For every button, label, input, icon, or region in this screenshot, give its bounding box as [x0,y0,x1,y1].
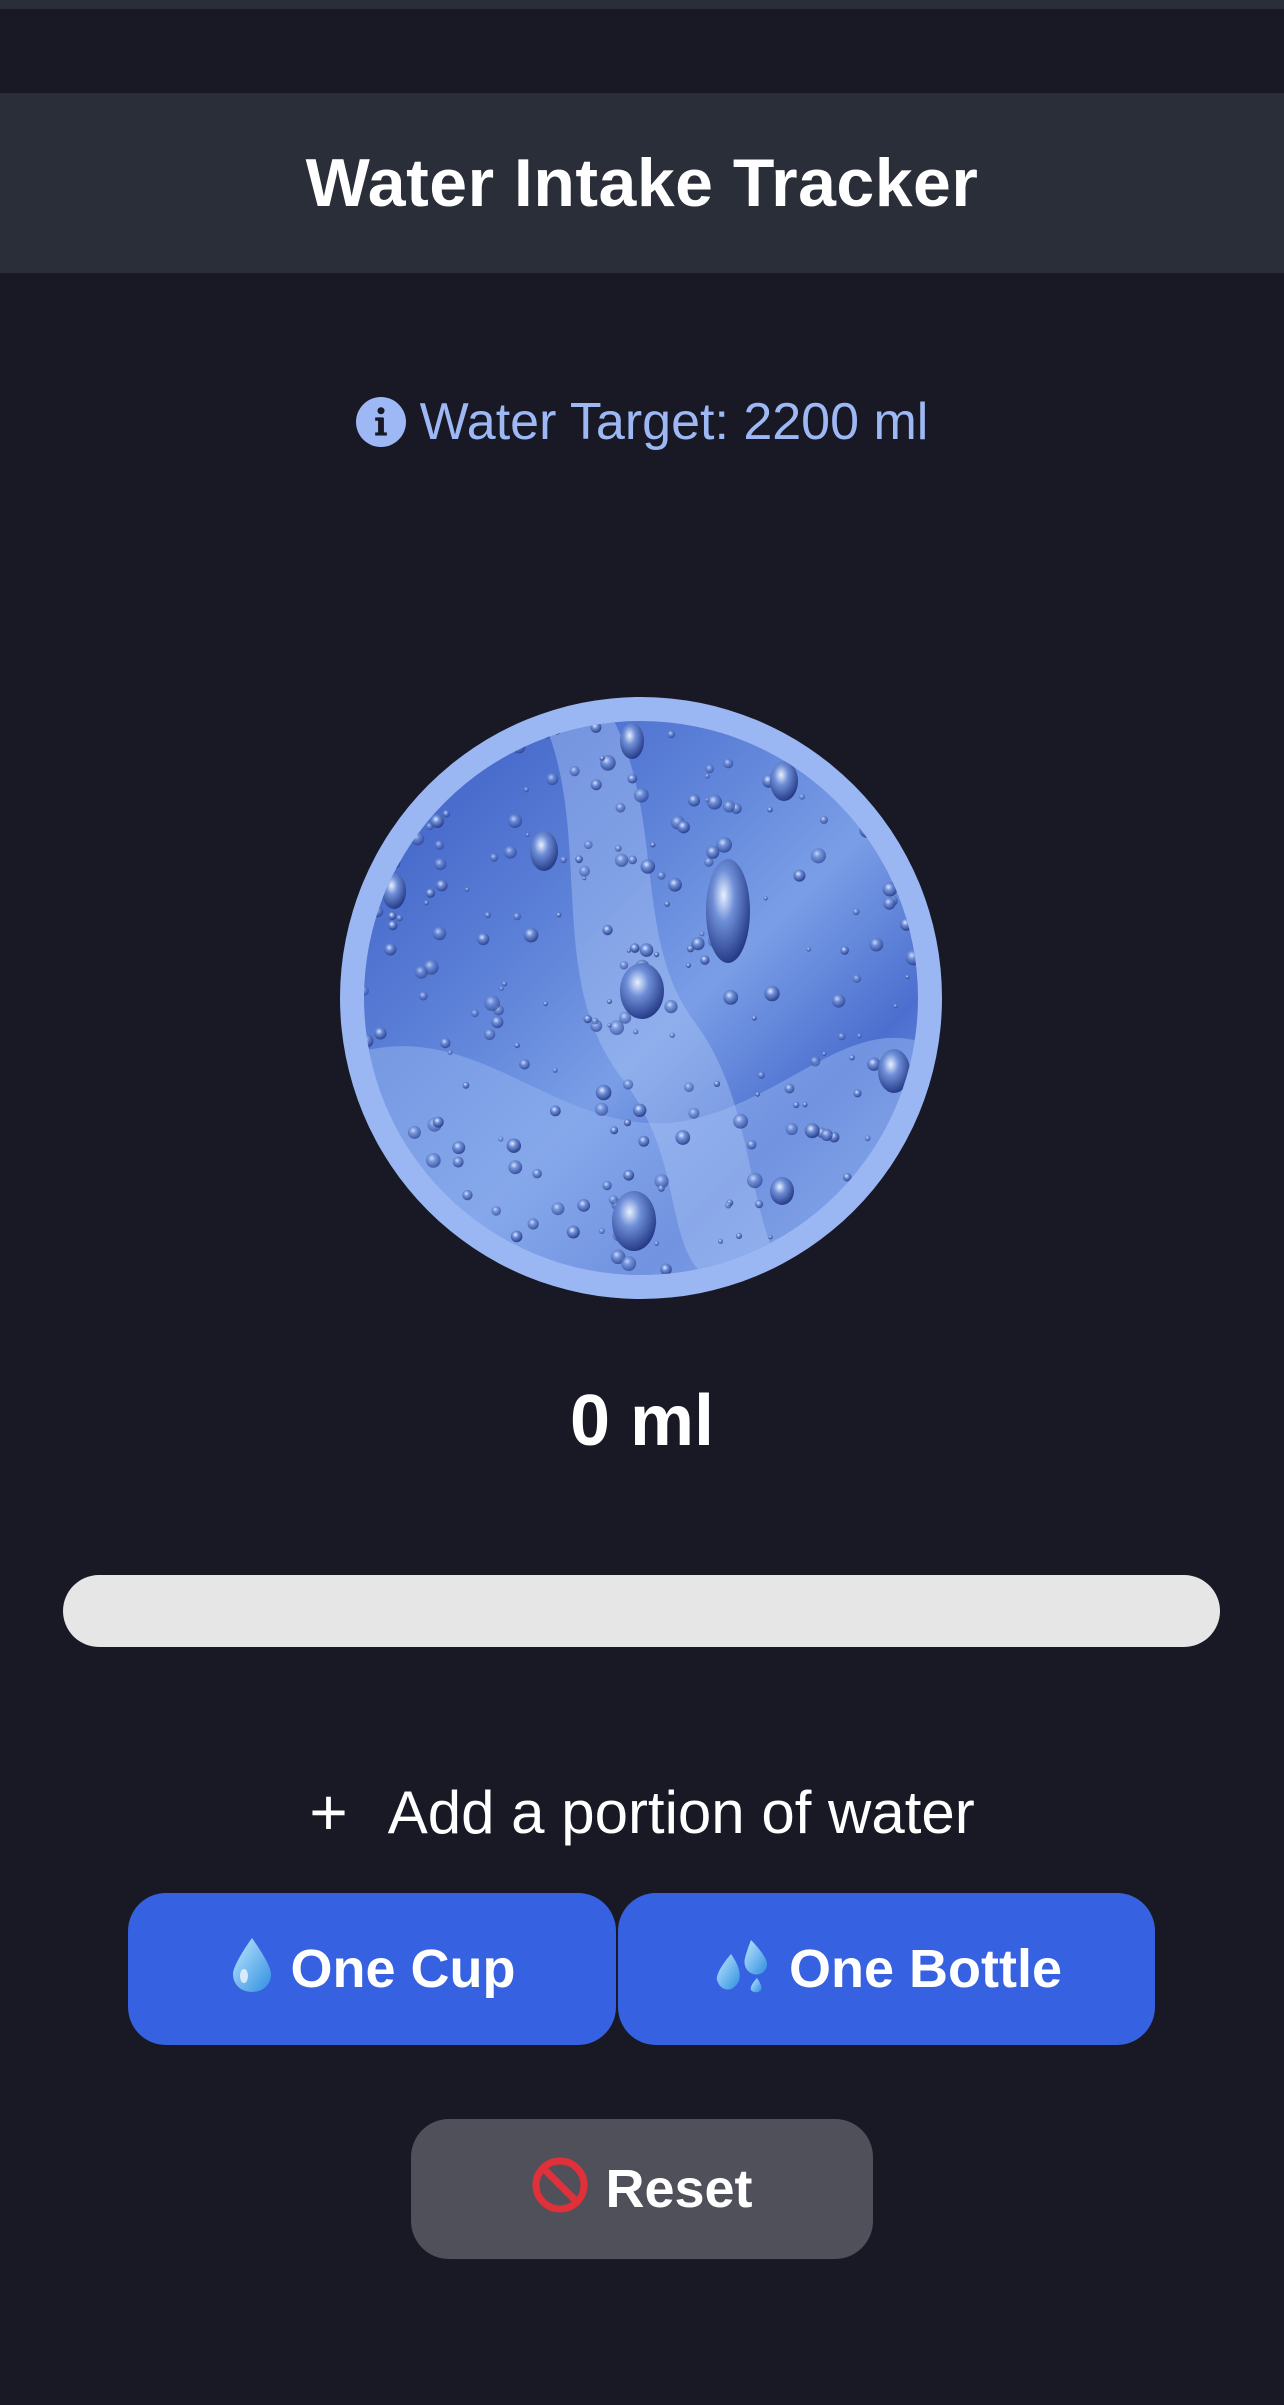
status-bar-strip [0,0,1284,9]
water-target: Water Target: 2200 ml [0,385,1284,459]
one-bottle-label: One Bottle [788,1939,1062,1999]
info-icon [355,397,406,447]
one-bottle-button[interactable]: One Bottle [618,1893,1155,2045]
intake-progress-bar [63,1575,1220,1647]
add-portion-heading: + Add a portion of water [0,1772,1284,1852]
water-droplets-image [364,721,918,1275]
water-image-frame [340,697,942,1299]
page-title: Water Intake Tracker [305,145,979,221]
water-target-label: Water Target: 2200 ml [419,393,929,451]
intake-amount: 0 ml [569,1381,715,1461]
one-cup-button[interactable]: One Cup [128,1893,616,2045]
one-cup-label: One Cup [290,1939,516,1999]
droplet-icon [229,1936,275,2003]
plus-icon: + [309,1775,348,1849]
add-portion-label: Add a portion of water [387,1778,975,1846]
sweat-droplets-icon [711,1936,773,2003]
reset-label: Reset [605,2159,753,2219]
reset-button[interactable]: Reset [411,2119,873,2259]
app-header: Water Intake Tracker [0,93,1284,273]
prohibited-icon [531,2156,589,2223]
